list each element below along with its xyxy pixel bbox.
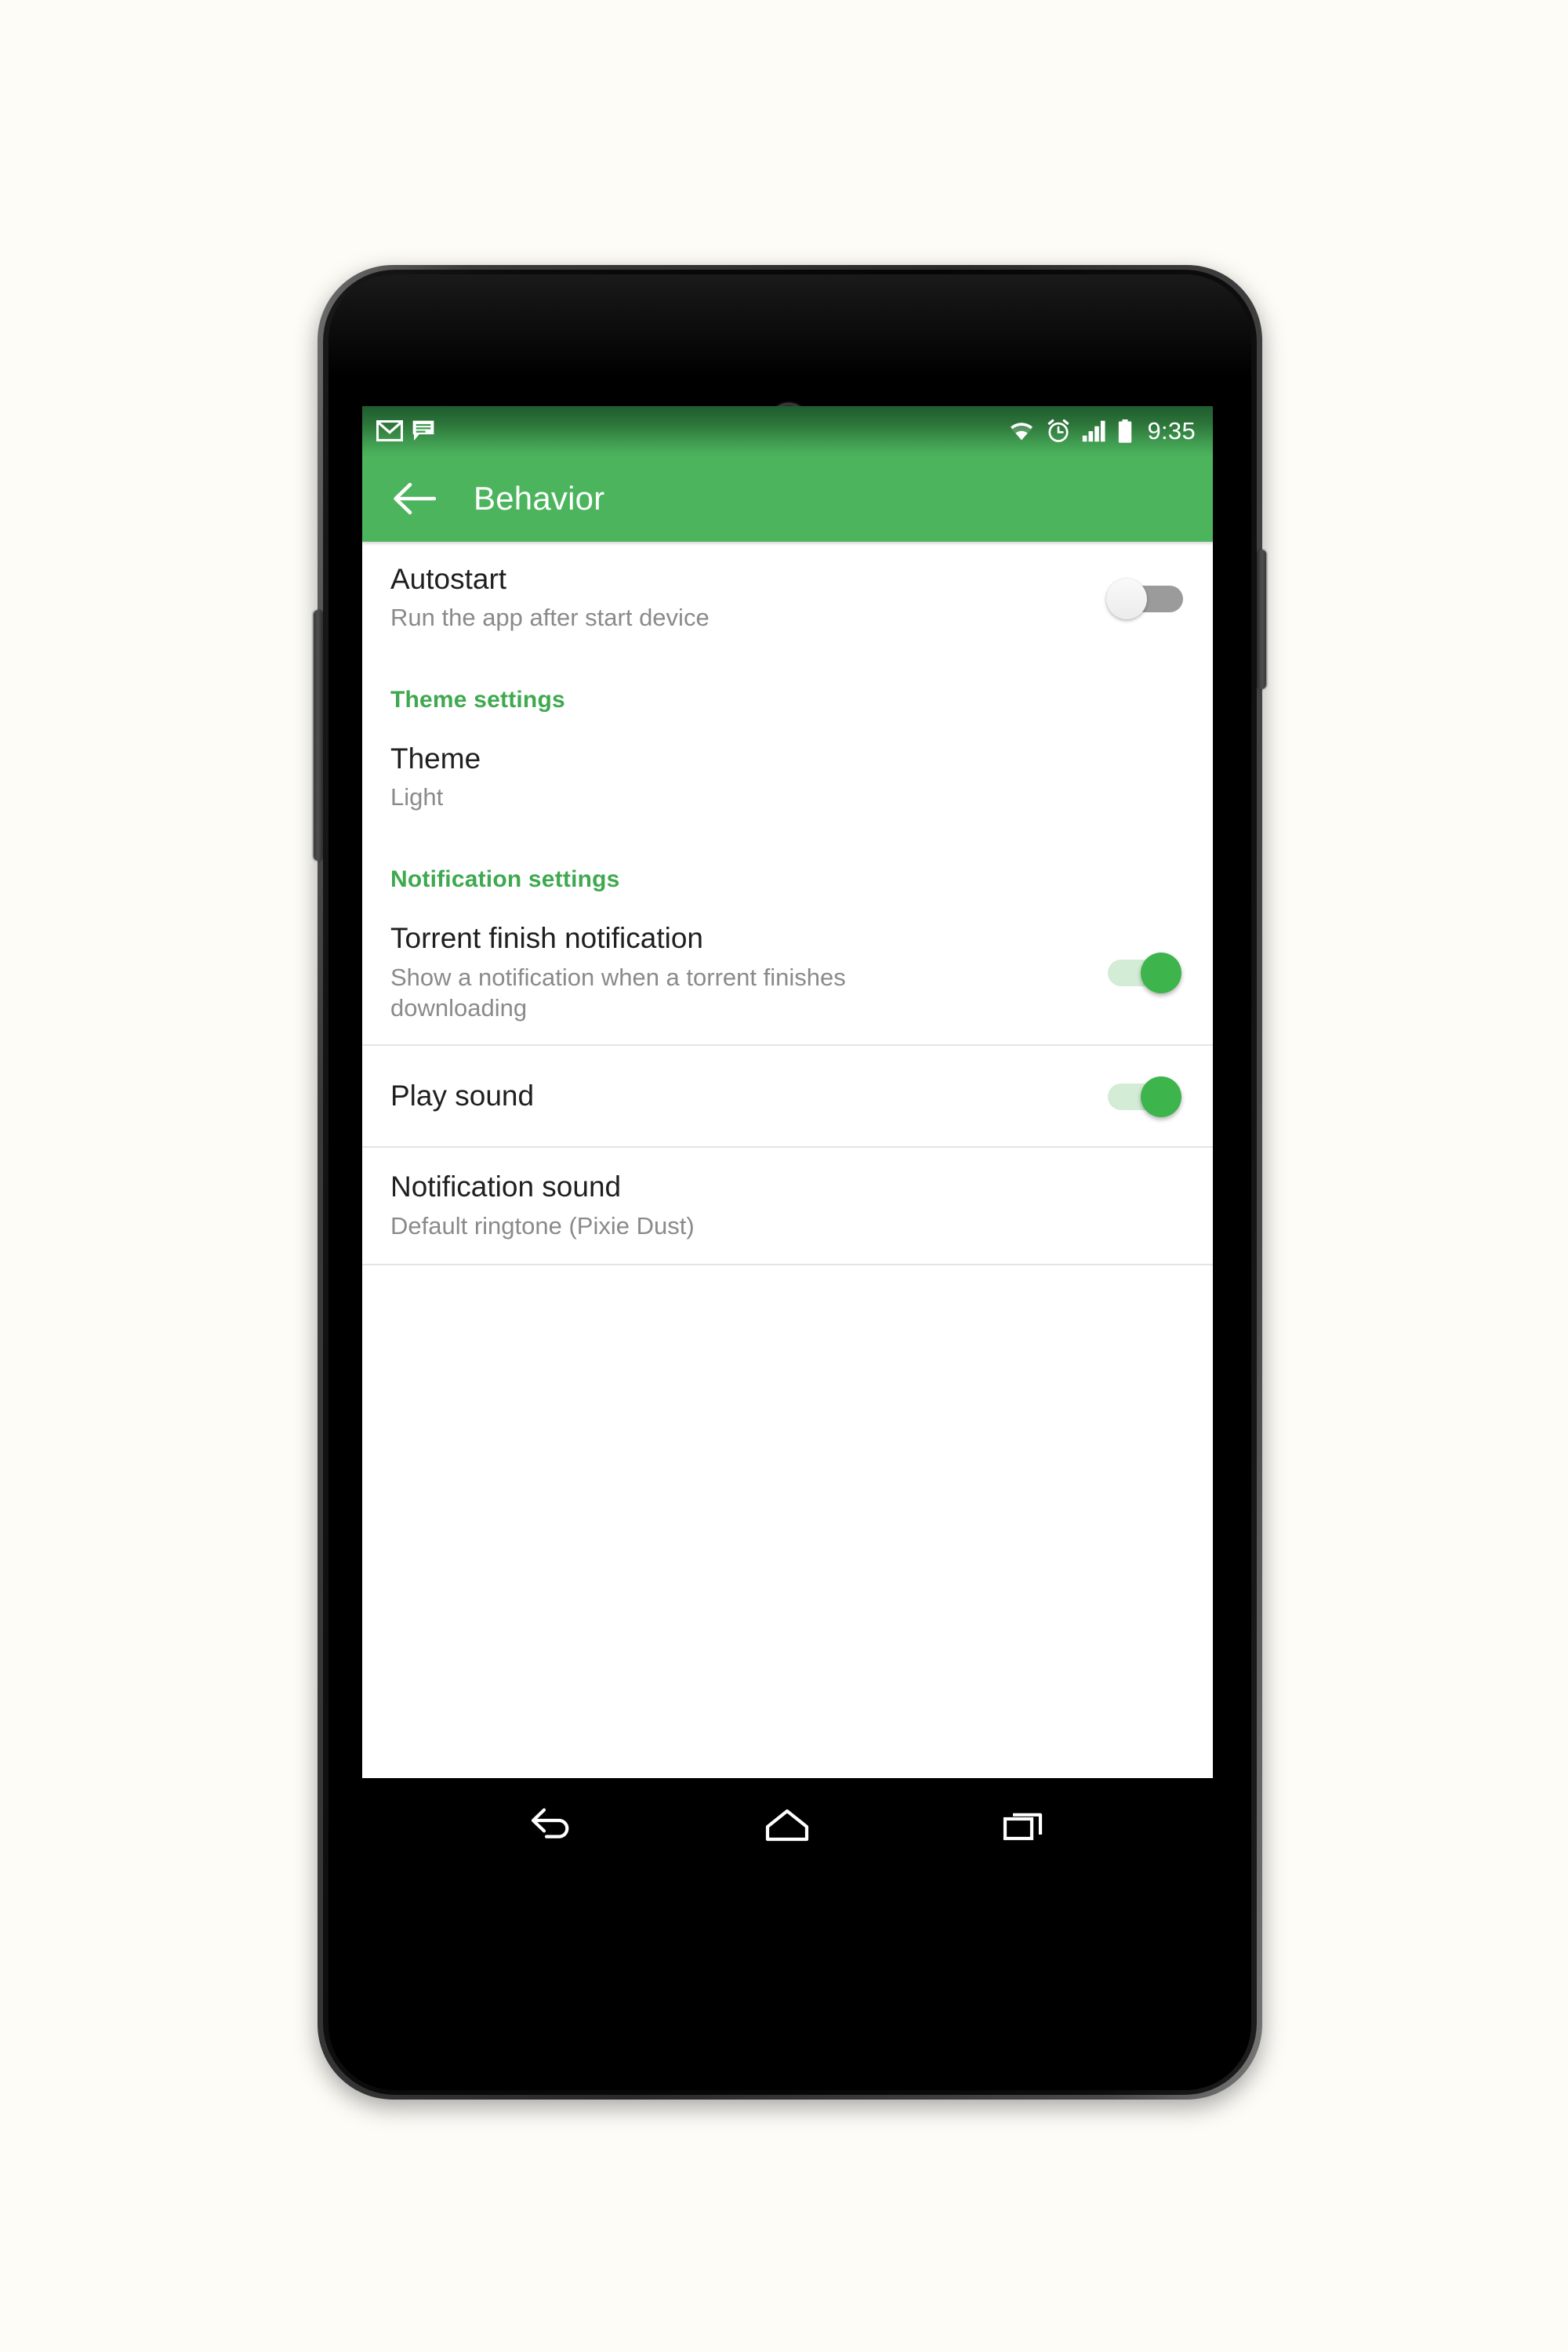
home-icon — [763, 1806, 811, 1844]
power-button[interactable] — [1257, 550, 1266, 689]
pref-torrent-finish-notification[interactable]: Torrent finish notification Show a notif… — [362, 901, 1213, 1044]
app-bar: Behavior — [362, 456, 1213, 542]
switch-torrent-finish-thumb — [1141, 953, 1181, 994]
phone-device: 9:35 Behavior Autostart Run the app afte… — [314, 265, 1266, 2100]
status-bar: 9:35 — [362, 406, 1213, 456]
back-button[interactable] — [389, 474, 439, 524]
section-theme-settings: Theme settings — [390, 687, 565, 713]
navigation-bar — [362, 1778, 1213, 1872]
pref-autostart-summary: Run the app after start device — [390, 604, 710, 632]
phone-screen: 9:35 Behavior Autostart Run the app afte… — [362, 406, 1213, 1778]
pref-torrent-finish-title: Torrent finish notification — [390, 922, 703, 955]
pref-theme-texts: Theme Light — [390, 742, 1183, 813]
pref-theme[interactable]: Theme Light — [362, 721, 1213, 833]
switch-torrent-finish-notification[interactable] — [1108, 948, 1183, 996]
back-arrow-icon — [528, 1806, 574, 1845]
volume-rocker[interactable] — [314, 610, 323, 861]
recents-nav-button[interactable] — [981, 1790, 1067, 1860]
pref-theme-title: Theme — [390, 742, 481, 775]
section-notification-settings: Notification settings — [390, 866, 620, 893]
alarm-icon — [1046, 419, 1071, 444]
pref-notification-sound-title: Notification sound — [390, 1171, 622, 1203]
pref-notification-sound-summary: Default ringtone (Pixie Dust) — [390, 1211, 695, 1240]
switch-autostart[interactable] — [1106, 574, 1183, 622]
wifi-icon — [1008, 420, 1035, 442]
pref-notification-sound[interactable]: Notification sound Default ringtone (Pix… — [362, 1148, 1213, 1264]
switch-play-sound-thumb — [1141, 1076, 1181, 1117]
switch-autostart-thumb — [1106, 578, 1147, 619]
pref-autostart-texts: Autostart Run the app after start device — [390, 562, 1108, 633]
messages-icon — [411, 419, 436, 444]
pref-play-sound[interactable]: Play sound — [362, 1046, 1213, 1146]
arrow-back-icon — [392, 482, 436, 515]
pref-play-sound-texts: Play sound — [390, 1079, 1108, 1113]
status-bar-clock: 9:35 — [1147, 416, 1196, 445]
switch-play-sound[interactable] — [1108, 1072, 1183, 1120]
page-title: Behavior — [474, 480, 605, 517]
home-nav-button[interactable] — [744, 1790, 830, 1860]
divider — [362, 1263, 1213, 1265]
screenshot-canvas: 9:35 Behavior Autostart Run the app afte… — [0, 0, 1568, 2352]
signal-icon — [1082, 420, 1106, 442]
pref-autostart-title: Autostart — [390, 563, 507, 595]
pref-autostart[interactable]: Autostart Run the app after start device — [362, 542, 1213, 654]
status-bar-system-icons: 9:35 — [1008, 417, 1196, 445]
settings-list: Autostart Run the app after start device… — [362, 542, 1213, 1265]
pref-torrent-finish-summary: Show a notification when a torrent finis… — [390, 963, 846, 1022]
pref-play-sound-title: Play sound — [390, 1079, 535, 1112]
status-bar-notification-icons — [376, 419, 436, 444]
pref-notification-sound-texts: Notification sound Default ringtone (Pix… — [390, 1170, 1183, 1241]
pref-torrent-finish-texts: Torrent finish notification Show a notif… — [390, 921, 1108, 1024]
pref-theme-summary: Light — [390, 783, 444, 811]
battery-icon — [1117, 419, 1133, 443]
back-nav-button[interactable] — [508, 1790, 594, 1860]
gmail-icon — [376, 420, 403, 441]
recents-icon — [1002, 1806, 1046, 1844]
